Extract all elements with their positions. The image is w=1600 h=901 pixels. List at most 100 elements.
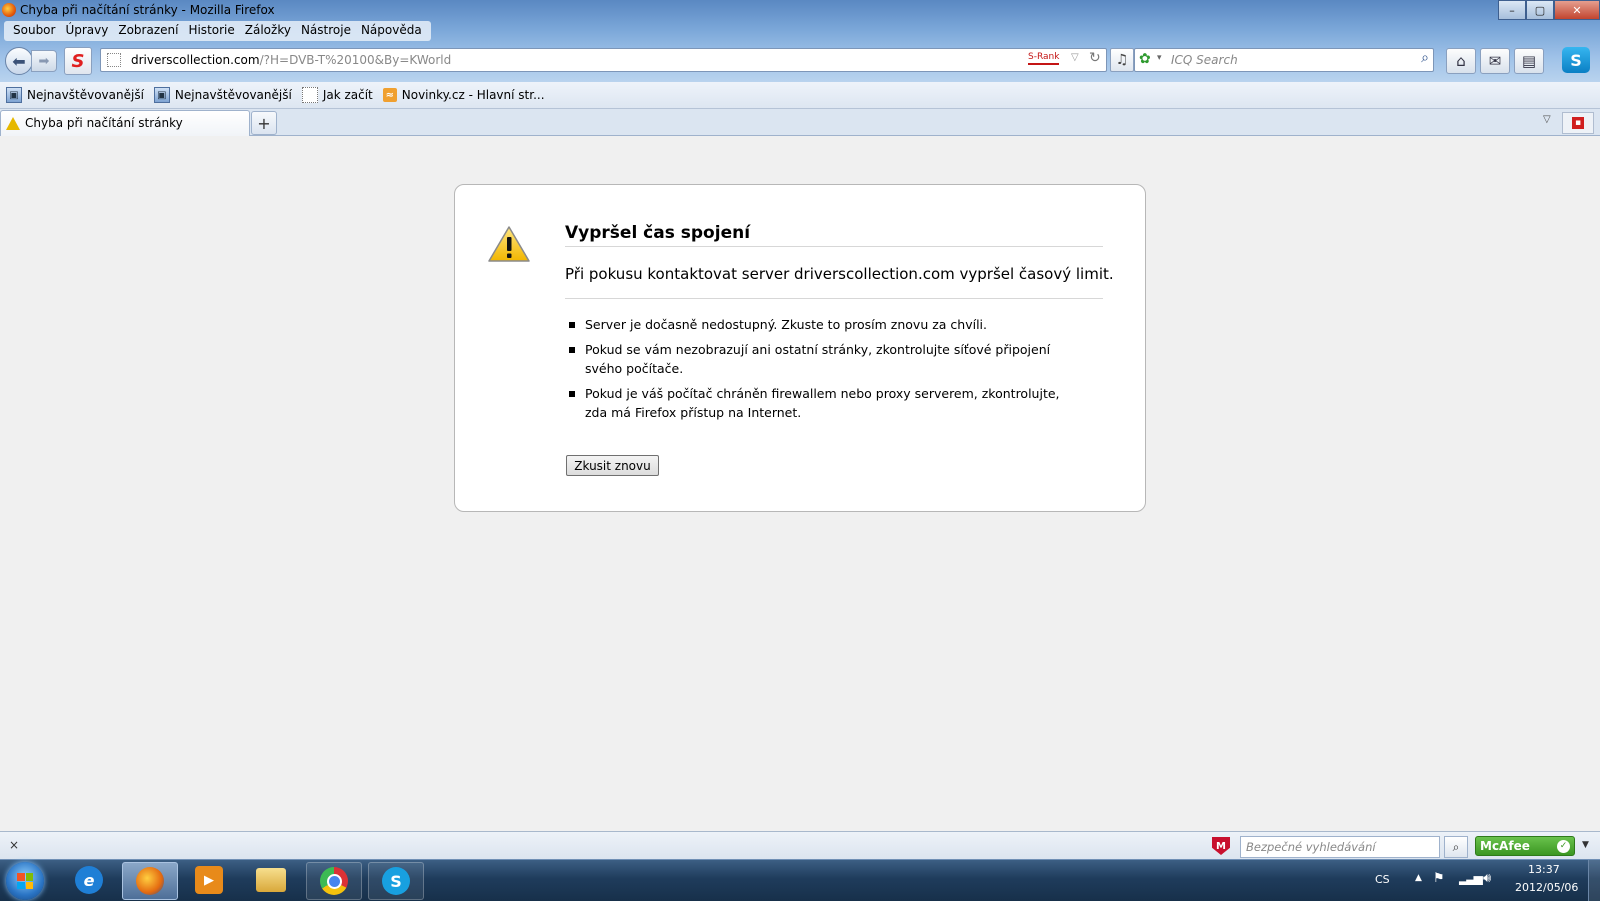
- url-bar[interactable]: driverscollection.com/?H=DVB-T%20100&By=…: [100, 48, 1107, 72]
- mcafee-label: McAfee: [1480, 839, 1530, 853]
- error-page-container: Vypršel čas spojení Při pokusu kontaktov…: [454, 184, 1146, 512]
- language-indicator[interactable]: CS: [1375, 873, 1390, 886]
- taskbar-app-explorer[interactable]: [244, 862, 298, 898]
- taskbar-app-media-player[interactable]: ▶: [182, 862, 236, 898]
- firefox-icon: [136, 867, 164, 895]
- search-input[interactable]: ICQ Search: [1171, 53, 1238, 67]
- bookmark-item[interactable]: ▣ Nejnavštěvovanější: [6, 87, 144, 103]
- site-identity-icon[interactable]: [107, 53, 121, 67]
- page-icon: [301, 87, 318, 103]
- maximize-button[interactable]: ▢: [1526, 0, 1554, 20]
- mail-icon: ✉: [1488, 52, 1502, 70]
- clock-date[interactable]: 2012/05/06: [1515, 881, 1578, 894]
- close-addon-bar-button[interactable]: ×: [9, 838, 19, 852]
- s-toolbar-button[interactable]: S: [64, 47, 92, 75]
- safe-search-button[interactable]: ⌕: [1444, 836, 1468, 858]
- menu-upravy[interactable]: Úpravy: [60, 21, 113, 41]
- icq-icon[interactable]: ✿: [1139, 52, 1151, 66]
- title-bar: Chyba při načítání stránky - Mozilla Fir…: [0, 0, 1600, 22]
- srank-indicator[interactable]: S-Rank: [1028, 52, 1060, 65]
- skype-toolbar-button[interactable]: S: [1562, 47, 1590, 73]
- list-item: Pokud je váš počítač chráněn firewallem …: [565, 384, 1065, 422]
- system-tray: CS ▲ ⚑ ▂▃▅ 🔊︎: [1375, 860, 1515, 901]
- divider: [565, 246, 1103, 247]
- bookmark-item[interactable]: ▣ Nejnavštěvovanější: [153, 87, 292, 103]
- safe-search-input[interactable]: Bezpečné vyhledávání: [1240, 836, 1440, 858]
- taskbar-app-internet-explorer[interactable]: e: [62, 862, 116, 898]
- menu-zobrazeni[interactable]: Zobrazení: [113, 21, 183, 41]
- menu-zalozky[interactable]: Záložky: [240, 21, 296, 41]
- bookmarks-button[interactable]: ▤: [1514, 48, 1544, 74]
- error-short-description: Při pokusu kontaktovat server driverscol…: [565, 265, 1114, 283]
- taskbar: e ▶ S CS ▲ ⚑ ▂▃▅ 🔊︎ 13:37 2012/05/06: [0, 859, 1600, 901]
- tab-error-page[interactable]: Chyba při načítání stránky: [0, 110, 250, 136]
- divider: [565, 298, 1103, 299]
- home-icon: ⌂: [1456, 52, 1466, 70]
- show-desktop-button[interactable]: [1588, 860, 1600, 901]
- clock-time[interactable]: 13:37: [1528, 863, 1560, 876]
- url-history-dropdown-icon[interactable]: ▽: [1071, 52, 1079, 63]
- bookmark-item[interactable]: Jak začít: [301, 87, 373, 103]
- home-button[interactable]: ⌂: [1446, 48, 1476, 74]
- extension-button[interactable]: ▪: [1562, 112, 1594, 134]
- window-controls: – ▢ ✕: [1498, 0, 1600, 20]
- tab-strip: Chyba při načítání stránky + ▽ ▪: [0, 109, 1600, 136]
- url-host: driverscollection.com: [131, 53, 260, 67]
- menu-soubor[interactable]: Soubor: [8, 21, 60, 41]
- folder-icon: [256, 868, 286, 892]
- music-icon: ♫: [1115, 52, 1129, 68]
- bookmark-label: Nejnavštěvovanější: [27, 88, 144, 102]
- bookmark-label: Jak začít: [322, 88, 373, 102]
- start-button[interactable]: [6, 862, 44, 900]
- taskbar-app-firefox[interactable]: [122, 862, 178, 900]
- minimize-button[interactable]: –: [1498, 0, 1526, 20]
- volume-icon[interactable]: 🔊︎: [1483, 871, 1491, 886]
- extension-icon: ▪: [1572, 117, 1584, 129]
- forward-button[interactable]: ➡: [31, 50, 57, 72]
- mail-button[interactable]: ✉: [1480, 48, 1510, 74]
- url-text[interactable]: driverscollection.com/?H=DVB-T%20100&By=…: [131, 53, 451, 67]
- menu-bar: Soubor Úpravy Zobrazení Historie Záložky…: [4, 21, 431, 41]
- back-icon: ⬅: [12, 51, 26, 71]
- music-button[interactable]: ♫: [1110, 48, 1134, 72]
- tab-list-dropdown-icon[interactable]: ▽: [1543, 114, 1551, 125]
- taskbar-app-chrome[interactable]: [306, 862, 362, 900]
- warning-triangle-icon: [488, 226, 530, 262]
- safe-search-placeholder: Bezpečné vyhledávání: [1246, 840, 1376, 854]
- new-tab-button[interactable]: +: [251, 111, 277, 135]
- book-icon: ▤: [1521, 52, 1537, 70]
- tab-label: Chyba při načítání stránky: [25, 116, 183, 130]
- skype-icon: S: [1570, 50, 1582, 70]
- search-icon[interactable]: ⌕: [1421, 50, 1429, 66]
- error-suggestions-list: Server je dočasně nedostupný. Zkuste to …: [565, 315, 1065, 428]
- back-button[interactable]: ⬅: [5, 47, 33, 75]
- menu-nastroje[interactable]: Nástroje: [296, 21, 356, 41]
- network-icon[interactable]: ▂▃▅: [1459, 871, 1483, 885]
- close-button[interactable]: ✕: [1554, 0, 1600, 20]
- addon-bar: × M Bezpečné vyhledávání ⌕ McAfee ✓ ▼: [0, 831, 1600, 860]
- checkmark-icon: ✓: [1557, 839, 1570, 853]
- bookmark-item[interactable]: ≈ Novinky.cz - Hlavní str...: [382, 88, 545, 102]
- chrome-icon: [320, 867, 348, 895]
- rss-icon: ≈: [382, 88, 397, 102]
- retry-button[interactable]: Zkusit znovu: [566, 455, 659, 476]
- most-visited-icon: ▣: [6, 87, 22, 103]
- mcafee-dropdown-icon[interactable]: ▼: [1582, 840, 1589, 850]
- bookmarks-toolbar: ▣ Nejnavštěvovanější ▣ Nejnavštěvovanější …: [0, 82, 1600, 109]
- search-bar[interactable]: ✿ ▾ ICQ Search ⌕: [1134, 48, 1434, 72]
- reload-icon[interactable]: ↻: [1089, 50, 1101, 66]
- search-engine-dropdown-icon[interactable]: ▾: [1157, 53, 1162, 63]
- mcafee-shield-icon[interactable]: M: [1212, 837, 1230, 855]
- media-player-icon: ▶: [195, 866, 223, 894]
- search-icon: ⌕: [1452, 839, 1460, 854]
- taskbar-app-skype[interactable]: S: [368, 862, 424, 900]
- skype-icon: S: [382, 867, 410, 895]
- firefox-icon[interactable]: [2, 3, 16, 17]
- menu-historie[interactable]: Historie: [183, 21, 239, 41]
- menu-napoveda[interactable]: Nápověda: [356, 21, 427, 41]
- show-hidden-icons-icon[interactable]: ▲: [1415, 873, 1422, 883]
- mcafee-status-button[interactable]: McAfee ✓: [1475, 836, 1575, 856]
- action-center-flag-icon[interactable]: ⚑: [1433, 871, 1445, 886]
- internet-explorer-icon: e: [75, 866, 103, 894]
- windows-logo-icon: [17, 873, 33, 889]
